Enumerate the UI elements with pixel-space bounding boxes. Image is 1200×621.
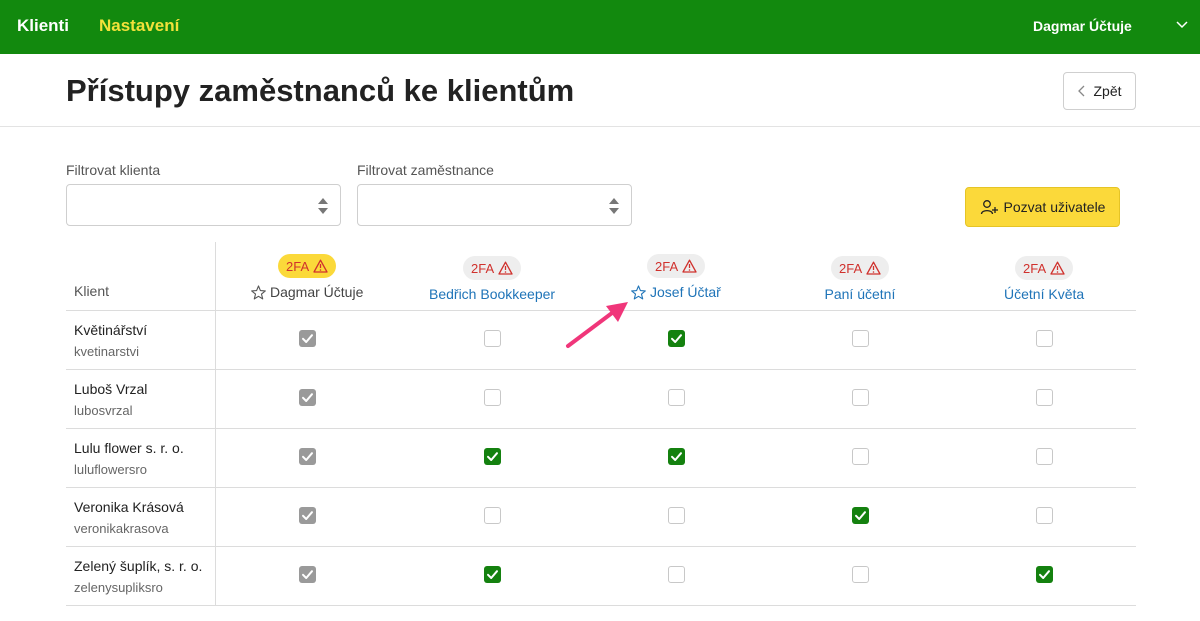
client-filter-select[interactable] [66,184,341,226]
table-vertical-divider [215,242,216,606]
twofa-label: 2FA [839,260,863,276]
access-checkbox [299,507,316,524]
access-checkbox[interactable] [484,330,501,347]
warning-icon [1050,261,1065,275]
chevron-left-icon [1078,85,1085,97]
employee-column-header[interactable]: Účetní Květa [1004,286,1084,302]
invite-user-label: Pozvat uživatele [1003,199,1106,215]
access-checkbox[interactable] [852,389,869,406]
checkmark-icon [1039,570,1050,579]
employee-name: Dagmar Účtuje [270,284,364,300]
select-arrows-icon [318,198,328,214]
twofa-badge: 2FA [647,254,706,278]
back-button[interactable]: Zpět [1063,72,1136,110]
client-name: Květinářství [74,322,148,338]
warning-icon [682,259,697,273]
twofa-label: 2FA [471,260,495,276]
employee-filter-select[interactable] [357,184,632,226]
twofa-label: 2FA [286,258,310,274]
access-checkbox[interactable] [852,507,869,524]
checkmark-icon [671,334,682,343]
twofa-badge: 2FA [831,256,890,280]
table-row-divider [66,546,1136,547]
invite-user-button[interactable]: Pozvat uživatele [965,187,1120,227]
client-slug: zelenysupliksro [74,580,163,595]
checkmark-icon [302,511,313,520]
checkmark-icon [855,511,866,520]
chevron-down-icon[interactable] [1174,17,1190,33]
access-checkbox[interactable] [484,448,501,465]
annotation-arrow-icon [566,302,628,348]
access-checkbox[interactable] [1036,566,1053,583]
client-name: Luboš Vrzal [74,381,148,397]
warning-icon [866,261,881,275]
warning-icon [313,259,328,273]
twofa-badge: 2FA [463,256,522,280]
employee-column-header[interactable]: Josef Účtař [631,284,721,300]
nav-nastaveni[interactable]: Nastavení [99,16,179,36]
star-icon[interactable] [251,284,266,300]
client-slug: kvetinarstvi [74,344,140,359]
employee-filter-label: Filtrovat zaměstnance [357,162,494,178]
checkmark-icon [302,393,313,402]
access-checkbox [299,448,316,465]
access-checkbox[interactable] [1036,448,1053,465]
access-checkbox[interactable] [1036,389,1053,406]
employee-name: Paní účetní [824,286,896,302]
access-checkbox[interactable] [668,448,685,465]
client-name: Lulu flower s. r. o. [74,440,184,456]
checkmark-icon [487,570,498,579]
access-checkbox[interactable] [668,330,685,347]
twofa-label: 2FA [1023,260,1047,276]
twofa-badge: 2FA [1015,256,1074,280]
table-row-divider [66,369,1136,370]
client-filter-label: Filtrovat klienta [66,162,161,178]
client-slug: luluflowersro [74,462,147,477]
header-divider [0,126,1200,127]
employee-name: Účetní Květa [1004,286,1085,302]
page-title: Přístupy zaměstnanců ke klientům [66,73,575,108]
table-row-divider [66,605,1136,606]
access-checkbox [299,330,316,347]
access-checkbox[interactable] [1036,507,1053,524]
access-checkbox[interactable] [852,330,869,347]
table-row-divider [66,428,1136,429]
access-checkbox[interactable] [668,566,685,583]
employee-name: Bedřich Bookkeeper [429,286,556,302]
access-checkbox[interactable] [1036,330,1053,347]
twofa-label: 2FA [655,258,679,274]
access-checkbox[interactable] [484,389,501,406]
client-name: Zelený šuplík, s. r. o. [74,558,203,574]
client-name: Veronika Krásová [74,499,184,515]
employee-name: Josef Účtař [650,284,721,300]
access-checkbox[interactable] [484,566,501,583]
checkmark-icon [487,452,498,461]
access-checkbox[interactable] [484,507,501,524]
access-checkbox [299,566,316,583]
table-row-divider [66,487,1136,488]
add-user-icon [980,200,998,215]
client-column-header: Klient [74,283,110,299]
back-button-label: Zpět [1093,83,1122,99]
employee-column-header[interactable]: Bedřich Bookkeeper [429,286,555,302]
checkmark-icon [302,334,313,343]
employee-column-header: Dagmar Účtuje [251,284,363,300]
select-arrows-icon [609,198,619,214]
twofa-badge: 2FA [278,254,337,278]
client-slug: veronikakrasova [74,521,169,536]
access-checkbox[interactable] [852,448,869,465]
client-slug: lubosvrzal [74,403,133,418]
access-checkbox[interactable] [668,389,685,406]
access-checkbox [299,389,316,406]
checkmark-icon [671,452,682,461]
user-menu-name[interactable]: Dagmar Účtuje [1033,18,1132,34]
checkmark-icon [302,452,313,461]
access-checkbox[interactable] [668,507,685,524]
employee-column-header[interactable]: Paní účetní [825,286,896,302]
top-navbar: Klienti Nastavení Dagmar Účtuje [0,0,1200,54]
access-checkbox[interactable] [852,566,869,583]
warning-icon [498,261,513,275]
nav-klienti[interactable]: Klienti [17,16,69,36]
checkmark-icon [302,570,313,579]
